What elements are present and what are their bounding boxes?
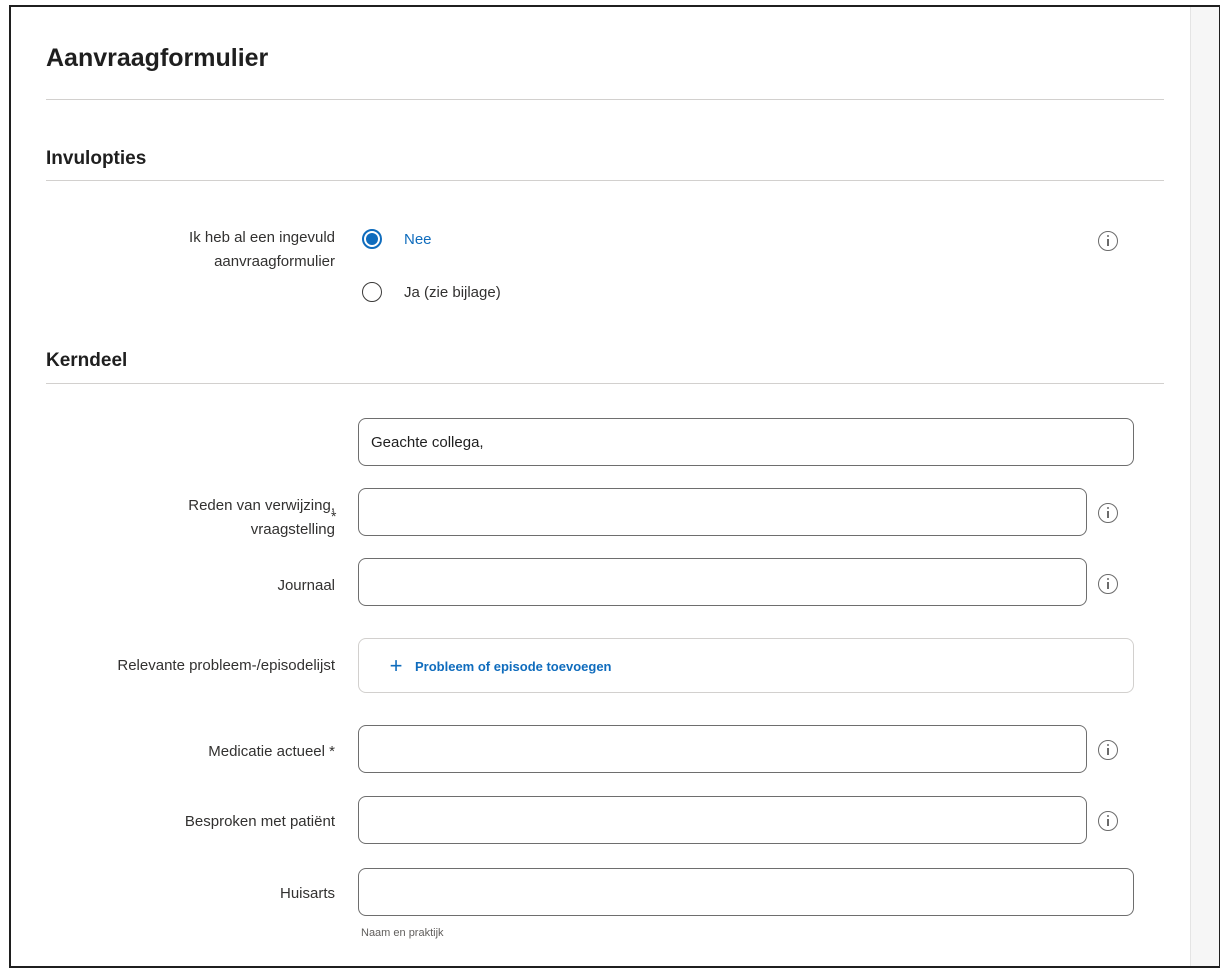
medicatie-input[interactable] (358, 725, 1087, 773)
info-icon[interactable] (1098, 503, 1118, 523)
radio-option-nee[interactable]: Nee (362, 228, 432, 250)
info-icon[interactable] (1098, 231, 1118, 251)
reden-input[interactable] (358, 488, 1087, 536)
section-title-kerndeel: Kerndeel (46, 350, 128, 371)
radio-button-unchecked[interactable] (362, 282, 382, 302)
info-icon[interactable] (1098, 740, 1118, 760)
title-divider (46, 99, 1164, 100)
radio-label-nee: Nee (404, 230, 432, 248)
probleemlijst-label: Relevante probleem-/episodelijst (117, 657, 335, 674)
required-mark: * (331, 508, 337, 524)
section-title-invulopties: Invulopties (46, 148, 147, 169)
probleemlijst-box: + Probleem of episode toevoegen (358, 638, 1134, 693)
scrollbar[interactable] (1190, 7, 1219, 966)
plus-icon: + (389, 653, 403, 678)
section-divider-kerndeel (46, 383, 1164, 384)
journaal-input[interactable] (358, 558, 1087, 606)
journaal-label: Journaal (277, 577, 335, 594)
reden-label-line2: vraagstelling (250, 521, 335, 538)
medicatie-label: Medicatie actueel * (208, 743, 335, 760)
besproken-input[interactable] (358, 796, 1087, 844)
besproken-label: Besproken met patiënt (184, 813, 335, 830)
huisarts-hint: Naam en praktijk (361, 927, 444, 939)
section-divider-invulopties (46, 180, 1164, 181)
add-problem-button[interactable]: + Probleem of episode toevoegen (387, 653, 612, 678)
add-problem-label: Probleem of episode toevoegen (415, 658, 612, 674)
radio-label-ja: Ja (zie bijlage) (404, 283, 501, 301)
radio-option-ja[interactable]: Ja (zie bijlage) (362, 281, 501, 303)
prefilled-question-label: Ik heb al een ingevuld aanvraagformulier (189, 226, 335, 274)
reden-label: Reden van verwijzing, vraagstelling (188, 494, 335, 542)
radio-button-checked[interactable] (362, 229, 382, 249)
huisarts-input[interactable] (358, 868, 1134, 916)
salutation-input[interactable] (358, 418, 1134, 466)
prefilled-question-line2: aanvraagformulier (214, 253, 335, 270)
page-title: Aanvraagformulier (46, 44, 269, 72)
info-icon[interactable] (1098, 574, 1118, 594)
prefilled-question-line1: Ik heb al een ingevuld (189, 229, 335, 246)
huisarts-label: Huisarts (279, 885, 335, 902)
reden-label-line1: Reden van verwijzing, (188, 497, 335, 514)
info-icon[interactable] (1098, 811, 1118, 831)
